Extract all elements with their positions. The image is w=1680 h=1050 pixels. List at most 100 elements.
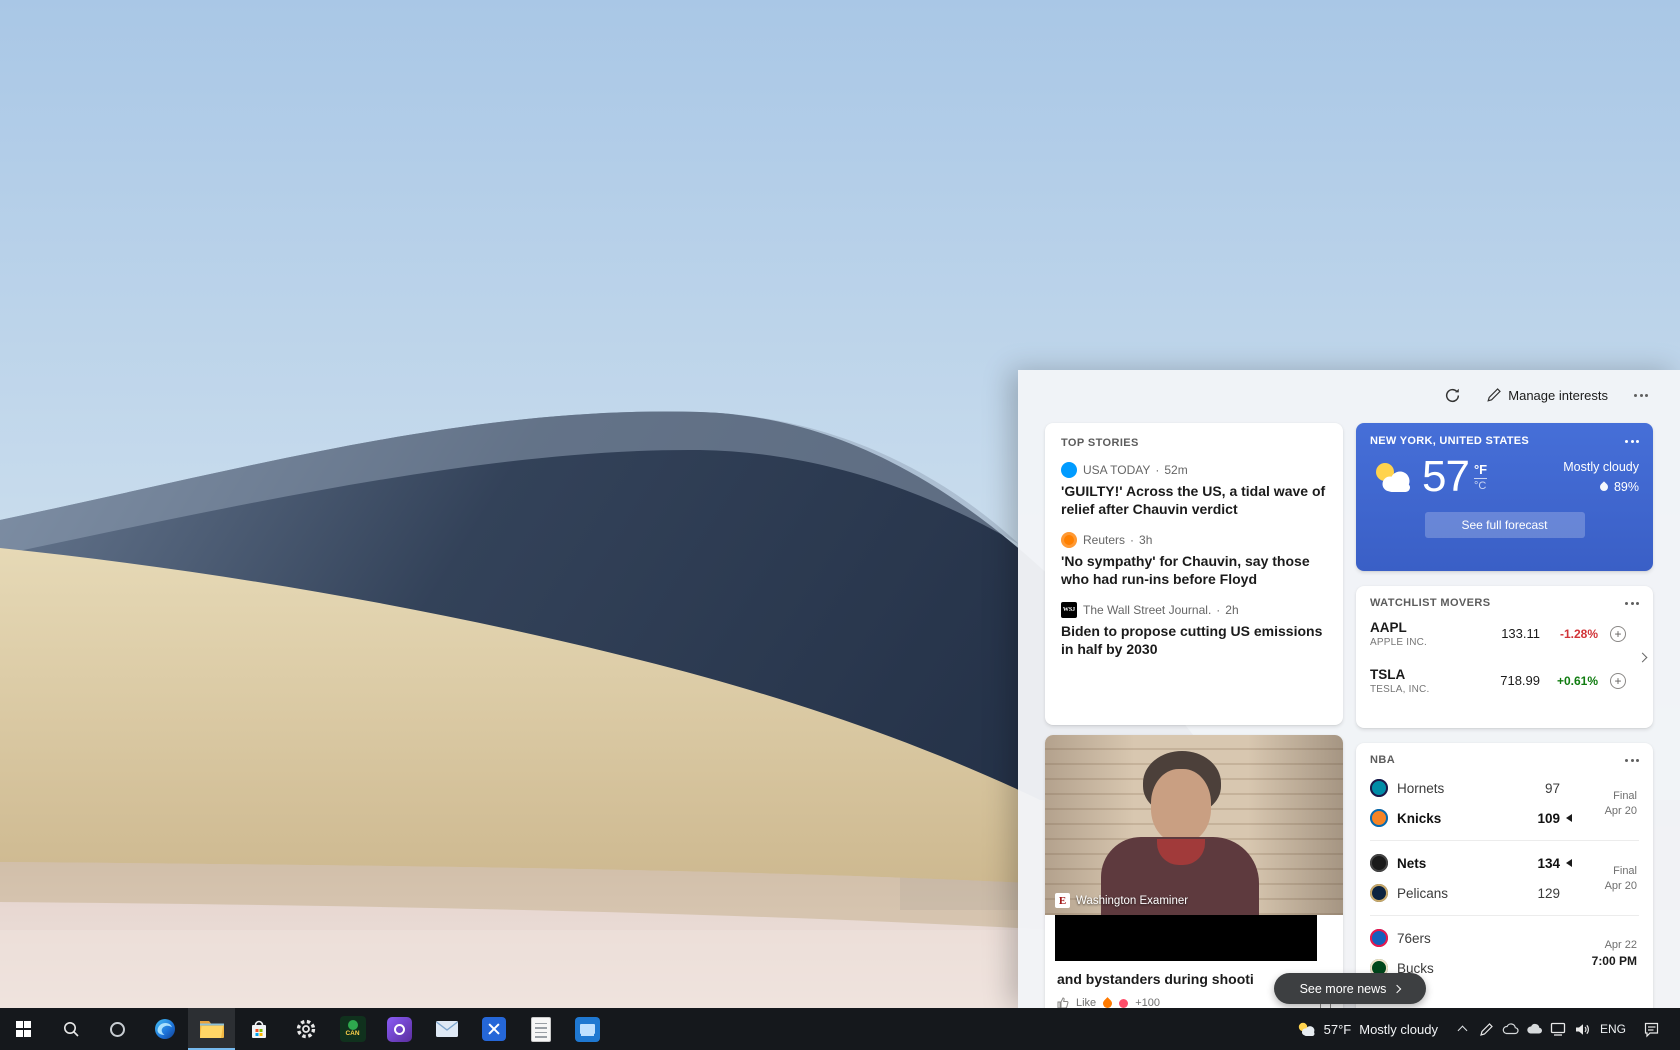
app-can-label: CAN xyxy=(345,1031,359,1038)
story-time: 3h xyxy=(1139,533,1152,547)
team-row: Hornets 97 xyxy=(1370,773,1572,803)
reaction-count: +100 xyxy=(1135,997,1160,1008)
pen-icon xyxy=(1479,1022,1494,1037)
nba-header: NBA xyxy=(1370,754,1395,766)
taskbar: CAN xyxy=(0,1008,1680,1050)
nba-more-options-button[interactable] xyxy=(1625,759,1639,762)
settings-button[interactable] xyxy=(282,1008,329,1050)
mail-button[interactable] xyxy=(423,1008,470,1050)
story-source: USA TODAY xyxy=(1083,463,1150,477)
watchlist-more-options-button[interactable] xyxy=(1625,602,1639,605)
app-monitor-button[interactable] xyxy=(564,1008,611,1050)
video-thumbnail: E Washington Examiner xyxy=(1045,735,1343,915)
meta-separator: · xyxy=(1155,463,1159,477)
windows-logo-icon xyxy=(16,1021,32,1037)
action-center-icon xyxy=(1643,1021,1660,1038)
winner-marker xyxy=(1560,814,1572,822)
notepad-icon xyxy=(531,1017,551,1042)
stock-row[interactable]: TSLA TESLA, INC. 718.99 +0.61% xyxy=(1370,658,1639,703)
add-to-watchlist-button[interactable] xyxy=(1610,673,1626,689)
story-item[interactable]: WSJ The Wall Street Journal. · 2h Biden … xyxy=(1061,602,1327,659)
team-row: Nets 134 xyxy=(1370,848,1572,878)
taskbar-weather-icon xyxy=(1296,1021,1316,1037)
onedrive-personal-button[interactable] xyxy=(1522,1008,1546,1050)
washington-examiner-icon: E xyxy=(1055,893,1070,908)
file-explorer-icon xyxy=(199,1018,225,1040)
story-time: 52m xyxy=(1164,463,1187,477)
team-name: Hornets xyxy=(1397,781,1526,796)
see-more-news-button[interactable]: See more news xyxy=(1274,973,1426,1004)
video-story-card[interactable]: E Washington Examiner and bystanders dur… xyxy=(1045,735,1343,1008)
taskbar-weather-button[interactable]: 57°F Mostly cloudy xyxy=(1284,1008,1450,1050)
pencil-icon xyxy=(1487,388,1501,402)
file-explorer-button[interactable] xyxy=(188,1008,235,1050)
weather-more-options-button[interactable] xyxy=(1625,440,1639,443)
story-source: Reuters xyxy=(1083,533,1125,547)
app-x-button[interactable] xyxy=(470,1008,517,1050)
search-icon xyxy=(62,1020,80,1038)
manage-interests-button[interactable]: Manage interests xyxy=(1483,386,1612,405)
watchlist-next-button[interactable] xyxy=(1635,650,1650,665)
game-date: Apr 22 xyxy=(1605,939,1637,951)
precipitation-value: 89% xyxy=(1614,480,1639,494)
cloud-icon xyxy=(1502,1023,1519,1035)
start-button[interactable] xyxy=(0,1008,47,1050)
top-stories-header: TOP STORIES xyxy=(1061,437,1327,449)
taskbar-tray: 57°F Mostly cloudy xyxy=(1284,1008,1680,1050)
stock-symbol: TSLA xyxy=(1370,667,1474,682)
nets-logo-icon xyxy=(1370,854,1388,872)
game-row[interactable]: Nets 134 Pelicans 129 Final Apr 20 xyxy=(1370,841,1639,916)
heart-reaction-icon xyxy=(1119,999,1128,1008)
microsoft-store-button[interactable] xyxy=(235,1008,282,1050)
more-options-icon xyxy=(1625,440,1639,443)
network-button[interactable] xyxy=(1546,1008,1570,1050)
weather-location: NEW YORK, UNITED STATES xyxy=(1370,435,1529,447)
stock-change: +0.61% xyxy=(1540,674,1598,688)
onedrive-button[interactable] xyxy=(1498,1008,1522,1050)
redacted-caption-bar xyxy=(1055,915,1317,961)
app-can-icon: CAN xyxy=(340,1016,366,1042)
video-source-label: Washington Examiner xyxy=(1076,895,1188,907)
wsj-icon: WSJ xyxy=(1061,602,1077,618)
action-center-button[interactable] xyxy=(1632,1008,1670,1050)
refresh-button[interactable] xyxy=(1440,385,1465,406)
volume-button[interactable] xyxy=(1570,1008,1594,1050)
hidden-icons-button[interactable] xyxy=(1450,1008,1474,1050)
story-source: The Wall Street Journal. xyxy=(1083,603,1211,617)
watchlist-card: WATCHLIST MOVERS AAPL APPLE INC. 133.11 … xyxy=(1356,586,1653,728)
add-to-watchlist-button[interactable] xyxy=(1610,626,1626,642)
panel-controls: Manage interests xyxy=(1440,382,1652,408)
language-indicator[interactable]: ENG xyxy=(1594,1008,1632,1050)
panel-more-options-button[interactable] xyxy=(1630,392,1652,399)
unit-celsius[interactable]: °C xyxy=(1474,481,1486,492)
unit-fahrenheit[interactable]: °F xyxy=(1474,463,1487,479)
story-item[interactable]: USA TODAY · 52m 'GUILTY!' Across the US,… xyxy=(1061,462,1327,519)
app-can-button[interactable]: CAN xyxy=(329,1008,376,1050)
app-purple-button[interactable] xyxy=(376,1008,423,1050)
chevron-up-icon xyxy=(1457,1026,1467,1036)
game-status: Final xyxy=(1613,790,1637,802)
stock-row[interactable]: AAPL APPLE INC. 133.11 -1.28% xyxy=(1370,611,1639,656)
search-button[interactable] xyxy=(47,1008,94,1050)
weather-card[interactable]: NEW YORK, UNITED STATES 57 °F °C Mostly … xyxy=(1356,423,1653,571)
top-stories-card: TOP STORIES USA TODAY · 52m 'GUILTY!' Ac… xyxy=(1045,423,1343,725)
notepad-button[interactable] xyxy=(517,1008,564,1050)
chevron-right-icon xyxy=(1638,653,1648,663)
see-full-forecast-button[interactable]: See full forecast xyxy=(1425,512,1585,538)
game-row[interactable]: Hornets 97 Knicks 109 Final Apr 20 xyxy=(1370,766,1639,841)
person-face xyxy=(1151,769,1211,843)
edge-button[interactable] xyxy=(141,1008,188,1050)
cortana-button[interactable] xyxy=(94,1008,141,1050)
thumbs-up-icon[interactable] xyxy=(1057,997,1069,1008)
team-name: Knicks xyxy=(1397,811,1526,826)
pelicans-logo-icon xyxy=(1370,884,1388,902)
like-label[interactable]: Like xyxy=(1076,997,1096,1008)
sixers-logo-icon xyxy=(1370,929,1388,947)
stock-change: -1.28% xyxy=(1540,627,1598,641)
manage-interests-label: Manage interests xyxy=(1508,388,1608,403)
network-icon xyxy=(1550,1022,1566,1036)
story-item[interactable]: Reuters · 3h 'No sympathy' for Chauvin, … xyxy=(1061,532,1327,589)
tray-pen-button[interactable] xyxy=(1474,1008,1498,1050)
usa-today-icon xyxy=(1061,462,1077,478)
more-options-icon xyxy=(1625,759,1639,762)
